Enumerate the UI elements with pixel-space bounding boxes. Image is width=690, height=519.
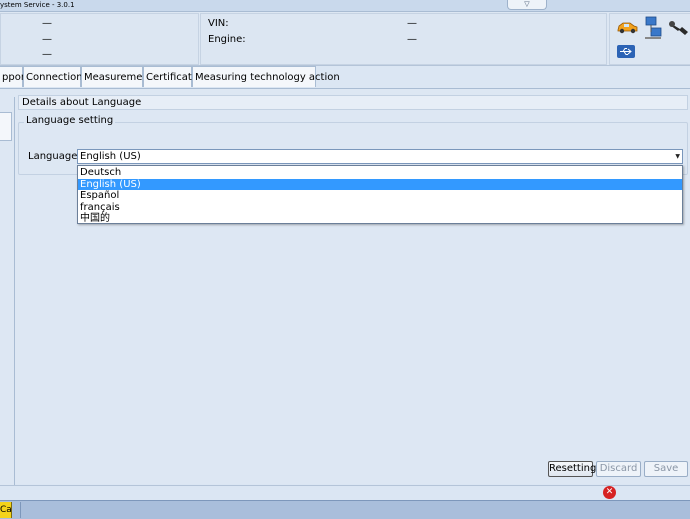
tab-measurement[interactable]: Measurement xyxy=(81,66,153,87)
vin-label: VIN: xyxy=(208,18,229,29)
tab-connections[interactable]: Connections xyxy=(23,66,88,87)
tab-certificate[interactable]: Certificate xyxy=(143,66,198,87)
discard-button[interactable]: Discard xyxy=(596,461,641,477)
left-panel-strip xyxy=(0,97,15,485)
network-icon[interactable] xyxy=(643,16,663,43)
window-title: ystem Service - 3.0.1 xyxy=(0,1,75,9)
language-option-francais[interactable]: français xyxy=(78,202,682,214)
car-icon[interactable] xyxy=(616,20,638,37)
resetting-button[interactable]: Resetting xyxy=(548,461,596,477)
language-selected-value: English (US) xyxy=(80,151,141,162)
engine-label: Engine: xyxy=(208,34,246,45)
details-header: Details about Language xyxy=(18,95,688,110)
chevron-down-icon[interactable]: ▼ xyxy=(675,150,680,163)
info-value-1: — xyxy=(42,18,52,29)
language-select[interactable]: English (US) ▼ xyxy=(77,149,683,164)
language-label: Language xyxy=(28,151,78,162)
save-button[interactable]: Save xyxy=(644,461,688,477)
usb-icon[interactable] xyxy=(617,45,635,61)
error-icon[interactable]: ✕ xyxy=(603,486,616,499)
language-option-deutsch[interactable]: Deutsch xyxy=(78,167,682,179)
taskbar: Ca xyxy=(0,500,690,519)
info-value-3: — xyxy=(42,49,52,60)
vehicle-info-right: VIN: — Engine: — xyxy=(200,13,607,65)
tab-measuring-technology-action[interactable]: Measuring technology action xyxy=(192,66,340,87)
tab-label: Certificate xyxy=(146,72,198,83)
warning-indicator-icon[interactable]: Ca xyxy=(0,502,12,518)
title-bar: ystem Service - 3.0.1 ▽ xyxy=(0,0,690,12)
collapse-header-button[interactable]: ▽ xyxy=(507,0,547,10)
tab-strip: pport Connections Measurement Certificat… xyxy=(0,66,690,89)
tab-support[interactable]: pport xyxy=(0,66,29,87)
info-value-2: — xyxy=(42,34,52,45)
vehicle-info-left: — — — xyxy=(0,13,199,65)
key-icon[interactable] xyxy=(668,20,690,39)
language-option-english-us[interactable]: English (US) xyxy=(78,178,682,190)
tab-label: Measuring technology action xyxy=(195,72,340,83)
tab-label: Connections xyxy=(26,72,88,83)
engine-value: — xyxy=(407,34,417,45)
vin-value: — xyxy=(407,18,417,29)
status-bar xyxy=(0,485,690,500)
status-icons-panel xyxy=(609,13,690,65)
language-option-chinese[interactable]: 中国的 xyxy=(78,213,682,225)
taskbar-separator xyxy=(20,502,21,518)
language-dropdown-list: Deutsch English (US) Español français 中国… xyxy=(77,165,683,224)
left-panel-handle[interactable] xyxy=(0,112,12,141)
language-option-espanol[interactable]: Español xyxy=(78,190,682,202)
vehicle-info-panel: — — — VIN: — Engine: — xyxy=(0,12,690,66)
group-label: Language setting xyxy=(24,115,116,127)
